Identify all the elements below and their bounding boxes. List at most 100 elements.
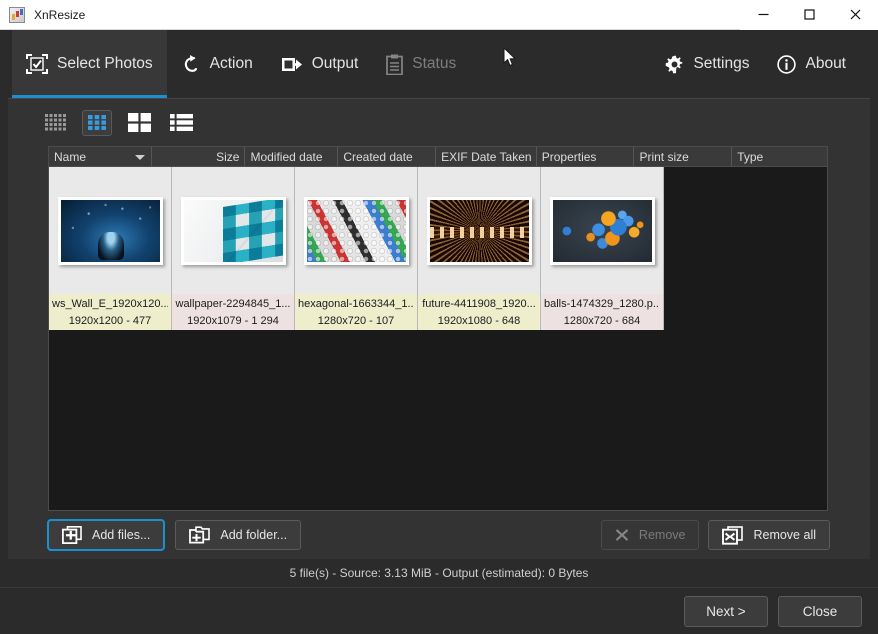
item-dimensions: 1280x720 - 107 [317,315,395,327]
column-header-print-size[interactable]: Print size [634,147,733,166]
minimize-button[interactable] [740,0,786,30]
x-icon [615,528,629,542]
footer-bar: Next > Close [0,587,878,634]
thumbnail-area [418,167,540,294]
thumbnail-image [306,199,406,262]
tab-group-secondary: Settings About [651,30,878,98]
tab-status[interactable]: Status [372,30,470,98]
column-header-size[interactable]: Size [152,147,246,166]
tab-output[interactable]: Output [267,30,373,98]
column-header-modified-date[interactable]: Modified date [245,147,339,166]
tab-settings[interactable]: Settings [651,30,763,98]
gear-icon [665,55,684,74]
tab-action[interactable]: Action [167,30,267,98]
item-dimensions: 1920x1080 - 648 [437,315,521,327]
button-label: Add files... [92,528,151,542]
thumbnail-frame [57,196,163,265]
tab-label: Select Photos [57,55,153,73]
checkbox-select-icon [26,54,48,74]
add-buttons-group: Add files... Add folder... [46,519,302,551]
file-list-view[interactable]: ws_Wall_E_1920x120... 1920x1200 - 477 wa… [48,166,828,511]
view-large-grid-button[interactable] [124,110,154,136]
file-actions-row: Add files... Add folder... Remove Remove… [8,511,870,559]
thumbnail-frame [549,196,655,265]
tab-label: Settings [693,55,750,73]
view-mode-toolbar [8,99,870,146]
rotate-arrow-icon [181,54,201,75]
add-folder-button[interactable]: Add folder... [175,520,302,550]
column-header-name[interactable]: Name [49,147,152,166]
thumbnail-area [172,167,294,294]
title-bar-left: XnResize [0,6,740,23]
info-icon [777,54,797,74]
tab-label: Status [412,55,457,73]
thumbnail-grid: ws_Wall_E_1920x120... 1920x1200 - 477 wa… [49,167,827,330]
thumbnail-frame [303,196,409,265]
thumbnail-image [552,199,652,262]
maximize-button[interactable] [786,0,832,30]
item-dimensions: 1920x1200 - 477 [68,315,152,327]
thumbnail-area [541,167,663,294]
x-box-icon [722,525,744,545]
item-caption: balls-1474329_1280.p... 1280x720 - 684 [541,294,663,330]
item-filename: ws_Wall_E_1920x120... [52,298,168,310]
clipboard-icon [386,54,404,75]
main-tab-bar: Select Photos Action Output Status Setti… [0,30,878,98]
list-item[interactable]: future-4411908_1920... 1920x1080 - 648 [418,167,541,330]
button-label: Remove [638,528,686,542]
view-small-grid-button[interactable] [40,110,70,136]
thumbnail-area [295,167,417,294]
remove-button[interactable]: Remove [600,520,700,550]
tab-about[interactable]: About [763,30,860,98]
list-item[interactable]: ws_Wall_E_1920x120... 1920x1200 - 477 [49,167,172,330]
view-list-button[interactable] [166,110,196,136]
next-button[interactable]: Next > [684,595,768,627]
item-filename: balls-1474329_1280.p... [544,298,660,310]
tab-select-photos[interactable]: Select Photos [12,30,167,98]
item-caption: ws_Wall_E_1920x120... 1920x1200 - 477 [49,294,171,330]
status-text: 5 file(s) - Source: 3.13 MiB - Output (e… [289,566,589,580]
title-bar: XnResize [0,0,878,30]
column-header-properties[interactable]: Properties [537,147,635,166]
item-caption: hexagonal-1663344_1... 1280x720 - 107 [295,294,417,330]
close-button-footer[interactable]: Close [778,595,862,627]
item-dimensions: 1920x1079 - 1 294 [187,315,279,327]
thumbnail-frame [180,196,286,265]
column-header-type[interactable]: Type [732,147,827,166]
thumbnail-image [183,199,283,262]
tab-group-primary: Select Photos Action Output Status [0,30,470,98]
select-photos-panel: Name Size Modified date Created date EXI… [8,98,870,559]
app-icon [9,6,25,23]
remove-buttons-group: Remove Remove all [600,520,830,550]
tab-label: About [805,55,846,73]
add-file-icon [62,526,82,544]
file-list-column-header: Name Size Modified date Created date EXI… [48,146,828,166]
thumbnail-image [60,199,160,262]
tab-label: Output [311,55,359,73]
item-caption: wallpaper-2294845_1... 1920x1079 - 1 294 [172,294,294,330]
list-item[interactable]: balls-1474329_1280.p... 1280x720 - 684 [541,167,664,330]
remove-all-button[interactable]: Remove all [708,520,830,550]
thumbnail-area [49,167,171,294]
column-header-exif-date[interactable]: EXIF Date Taken [436,147,537,166]
window-title: XnResize [34,7,86,22]
xnresize-window: XnResize Select Photos Action Output Sta… [0,0,878,634]
thumbnail-image [429,199,529,262]
button-label: Remove all [753,528,816,542]
list-item[interactable]: wallpaper-2294845_1... 1920x1079 - 1 294 [172,167,295,330]
status-bar: 5 file(s) - Source: 3.13 MiB - Output (e… [0,559,878,587]
export-arrow-icon [281,56,303,73]
column-header-created-date[interactable]: Created date [338,147,437,166]
item-filename: hexagonal-1663344_1... [298,298,414,310]
item-caption: future-4411908_1920... 1920x1080 - 648 [418,294,540,330]
view-medium-grid-button[interactable] [82,109,112,136]
add-files-button[interactable]: Add files... [46,519,166,551]
list-item[interactable]: hexagonal-1663344_1... 1280x720 - 107 [295,167,418,330]
button-label: Add folder... [220,528,288,542]
sort-descending-icon [134,154,145,160]
close-button[interactable] [832,0,878,30]
thumbnail-frame [426,196,532,265]
tab-label: Action [209,55,253,73]
add-folder-icon [189,526,211,544]
item-filename: wallpaper-2294845_1... [175,298,291,310]
